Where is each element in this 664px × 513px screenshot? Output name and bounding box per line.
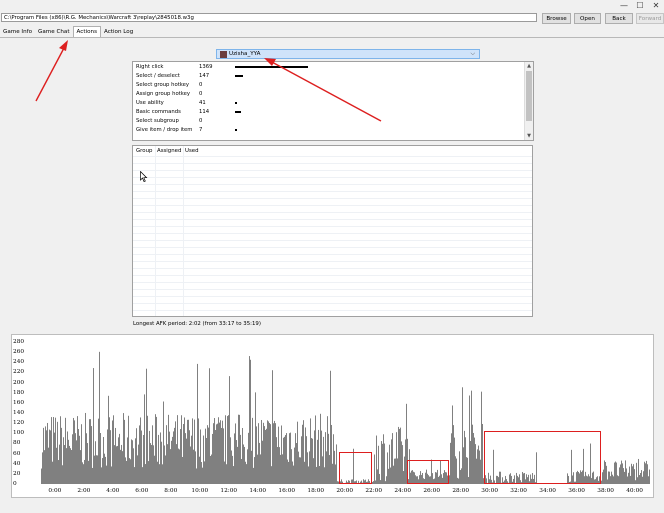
arrow-to-player-select [269,60,382,122]
arrowhead-icon [59,40,68,51]
arrow-to-actions-tab [35,47,65,102]
arrowhead-icon [264,58,276,66]
annotation-arrows [35,40,382,122]
